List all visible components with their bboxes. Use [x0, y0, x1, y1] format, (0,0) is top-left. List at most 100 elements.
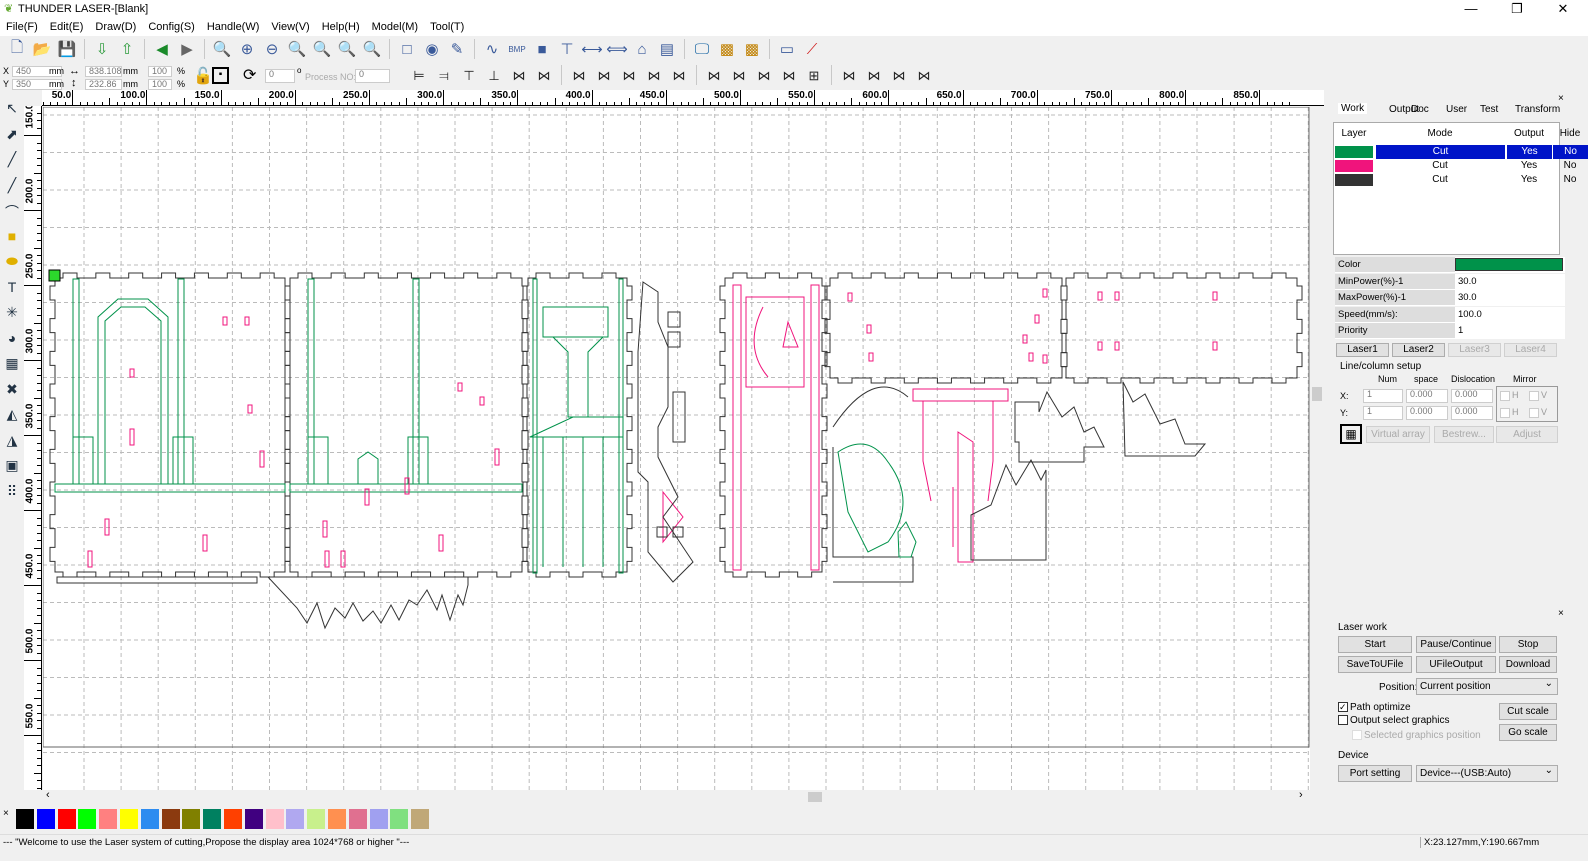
- slot[interactable]: [1212, 341, 1218, 351]
- layer-row[interactable]: Cut Yes No: [1334, 159, 1576, 173]
- undo-icon[interactable]: ◀: [151, 38, 173, 60]
- process-input[interactable]: 0: [355, 69, 390, 83]
- distribute-top-icon[interactable]: ⋈: [888, 65, 910, 87]
- rectangle-tool-icon[interactable]: ■: [2, 228, 22, 248]
- thin-strip[interactable]: [56, 576, 258, 584]
- port-setting-button[interactable]: Port setting: [1338, 765, 1412, 782]
- layer-row[interactable]: Cut Yes No: [1334, 173, 1576, 187]
- prop-value[interactable]: 30.0: [1455, 290, 1565, 306]
- arch[interactable]: [97, 298, 169, 484]
- small-arch[interactable]: [357, 451, 379, 484]
- column-base[interactable]: [307, 436, 329, 485]
- node-edit-tool-icon[interactable]: ⬈: [2, 126, 22, 146]
- slot[interactable]: [1042, 288, 1048, 298]
- slot[interactable]: [1097, 291, 1103, 301]
- wall-panel[interactable]: [284, 272, 528, 578]
- slot[interactable]: [847, 292, 853, 302]
- menu-edit[interactable]: Edit(E): [44, 19, 90, 36]
- grid-position-icon[interactable]: ▪: [212, 67, 229, 84]
- color-swatch[interactable]: [390, 809, 409, 829]
- new-file-icon[interactable]: 🗋: [6, 38, 28, 60]
- figure-green[interactable]: [837, 443, 904, 553]
- color-swatch[interactable]: [328, 809, 346, 829]
- horizontal-scrollbar[interactable]: ‹ ›: [43, 789, 1310, 804]
- minimize-button[interactable]: —: [1448, 0, 1494, 19]
- slot[interactable]: [1114, 291, 1120, 301]
- array-tool-icon[interactable]: ⠿: [2, 483, 22, 503]
- tree-icon[interactable]: ⊤: [556, 38, 578, 60]
- slot[interactable]: [364, 488, 370, 506]
- go-scale-button[interactable]: Go scale: [1499, 724, 1557, 741]
- work-area-border[interactable]: [43, 107, 1310, 748]
- slot[interactable]: [129, 428, 135, 446]
- laser-panel-close-icon[interactable]: ×: [1558, 608, 1564, 619]
- color-swatch[interactable]: [286, 809, 305, 829]
- slot[interactable]: [222, 316, 228, 326]
- point-tool-icon[interactable]: ✳: [2, 304, 22, 324]
- slot[interactable]: [322, 520, 328, 538]
- vertical-scroll-thumb[interactable]: [1312, 387, 1322, 401]
- mirror-v-tool-icon[interactable]: ◮: [2, 432, 22, 452]
- corner-br-icon[interactable]: ⋈: [753, 65, 775, 87]
- slot[interactable]: [1028, 352, 1034, 362]
- menu-help[interactable]: Help(H): [316, 19, 366, 36]
- export-icon[interactable]: ⇧: [116, 38, 138, 60]
- distribute-right-icon[interactable]: ⋈: [863, 65, 885, 87]
- laser-tab-2[interactable]: Laser2: [1392, 343, 1445, 357]
- zoom-search-icon[interactable]: 🔍: [361, 38, 383, 60]
- slot[interactable]: [1212, 291, 1218, 301]
- slot[interactable]: [1114, 341, 1120, 351]
- menu-config[interactable]: Config(S): [142, 19, 200, 36]
- canvas-graphics[interactable]: [43, 107, 1310, 790]
- array-icon[interactable]: ▩: [716, 38, 738, 60]
- pillar[interactable]: [618, 278, 624, 574]
- curve-tool-icon[interactable]: ⌒: [2, 202, 22, 222]
- cut-scale-button[interactable]: Cut scale: [1499, 703, 1557, 720]
- path-optimize-checkbox[interactable]: ✓: [1338, 702, 1348, 713]
- color-swatch[interactable]: [244, 809, 263, 829]
- pink-shape[interactable]: [662, 487, 954, 547]
- prop-value[interactable]: 1: [1455, 323, 1565, 339]
- color-swatch[interactable]: [307, 809, 326, 829]
- color-swatch[interactable]: [265, 809, 284, 829]
- pillar[interactable]: [532, 278, 538, 574]
- horizontal-scroll-thumb[interactable]: [808, 792, 822, 802]
- color-swatch[interactable]: [120, 809, 138, 829]
- space-v-icon[interactable]: ⟺: [606, 38, 628, 60]
- grid-tool-icon[interactable]: ▦: [2, 355, 22, 375]
- drawing-canvas[interactable]: [43, 107, 1310, 790]
- height-lock-icon[interactable]: ↕: [71, 77, 77, 89]
- stop-button[interactable]: Stop: [1499, 636, 1557, 653]
- zoom-fit-icon[interactable]: 🔍: [311, 38, 333, 60]
- rotate-input[interactable]: 0: [265, 69, 295, 83]
- machine-icon[interactable]: ⌂: [631, 38, 653, 60]
- color-swatch[interactable]: [140, 809, 159, 829]
- zoom-in-icon[interactable]: 🔍: [211, 38, 233, 60]
- slot[interactable]: [479, 396, 485, 406]
- scroll-right-icon[interactable]: ›: [1299, 789, 1303, 801]
- tab-work[interactable]: Work: [1338, 103, 1368, 114]
- pen-icon[interactable]: ✎: [446, 38, 468, 60]
- menu-file[interactable]: File(F): [0, 19, 44, 36]
- wall-panel[interactable]: [1060, 272, 1303, 384]
- color-swatch[interactable]: [348, 809, 367, 829]
- height-input[interactable]: 232.86: [85, 79, 122, 90]
- menu-model[interactable]: Model(M): [366, 19, 424, 36]
- align-top-icon[interactable]: ⊤: [458, 65, 480, 87]
- save-icon[interactable]: 💾: [56, 38, 78, 60]
- same-height-icon[interactable]: ⋈: [643, 65, 665, 87]
- prop-value[interactable]: 30.0: [1455, 273, 1565, 290]
- redo-icon[interactable]: ▶: [176, 38, 198, 60]
- text-tool-icon[interactable]: T: [2, 279, 22, 299]
- slot[interactable]: [1097, 341, 1103, 351]
- menu-handle[interactable]: Handle(W): [201, 19, 266, 36]
- wall-panel[interactable]: [824, 272, 1068, 384]
- open-folder-icon[interactable]: 📂: [31, 38, 53, 60]
- download-button[interactable]: Download: [1499, 656, 1557, 673]
- tab-doc[interactable]: Doc: [1411, 104, 1429, 115]
- pillar[interactable]: [307, 278, 315, 485]
- corner-tr-icon[interactable]: ⋈: [728, 65, 750, 87]
- select-tool-icon[interactable]: ↖: [2, 100, 22, 120]
- figure-frame[interactable]: [832, 386, 914, 583]
- tab-transform[interactable]: Transform: [1515, 104, 1560, 115]
